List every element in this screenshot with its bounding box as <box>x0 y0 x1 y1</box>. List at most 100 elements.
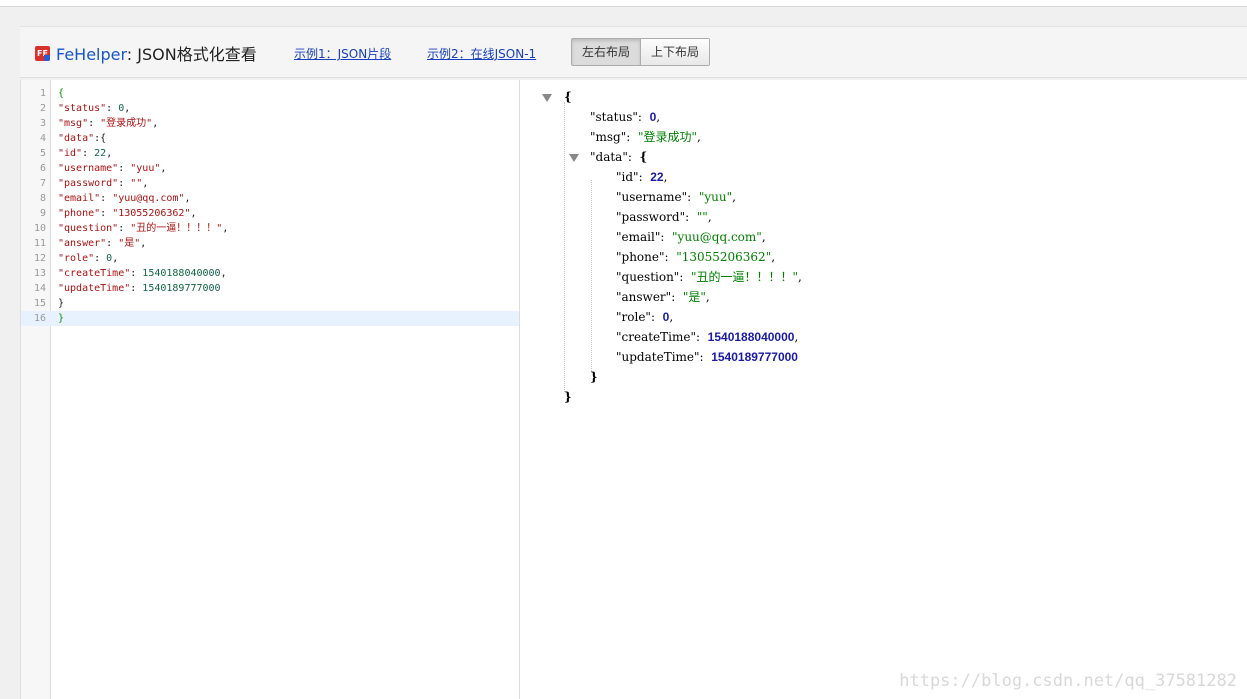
app-title: FeHelper: JSON格式化查看 <box>56 41 257 65</box>
code-line[interactable]: 9 "phone": "13055206362", <box>21 206 519 221</box>
code-line[interactable]: 13 "createTime": 1540188040000, <box>21 266 519 281</box>
json-token: "createTime" <box>616 330 696 344</box>
line-number: 8 <box>39 193 46 204</box>
json-token: : <box>671 290 683 304</box>
toolbar: FE FeHelper: JSON格式化查看 示例1：JSON片段 示例2：在线… <box>20 26 1247 78</box>
json-node-row: "updateTime": 1540189777000 <box>616 347 798 367</box>
json-token: , <box>794 330 799 344</box>
code-line[interactable]: 3 "msg": "登录成功", <box>21 116 519 131</box>
brand-name: FeHelper <box>56 45 127 64</box>
json-token: : <box>696 330 708 344</box>
line-number: 9 <box>39 208 46 219</box>
json-node-row: "status": 0, <box>590 107 660 127</box>
json-token: "username" <box>616 190 688 204</box>
json-token: } <box>564 390 572 404</box>
json-node-row: "role": 0, <box>616 307 673 327</box>
code-token: "question" <box>58 223 119 234</box>
code-text: "updateTime": 1540189777000 <box>58 281 221 296</box>
layout-left-right-button[interactable]: 左右布局 <box>572 39 641 65</box>
code-token: 1540189777000 <box>142 283 221 294</box>
line-number: 4 <box>39 133 46 144</box>
code-token: } <box>58 298 65 309</box>
code-line[interactable]: 1{ <box>21 86 519 101</box>
brand-title: JSON格式化查看 <box>137 45 257 64</box>
code-text: "answer": "是", <box>58 236 146 251</box>
json-token: "丑的一逼！！！！" <box>691 270 799 284</box>
code-token: "丑的一逼！！！！" <box>130 223 223 234</box>
code-token: , <box>222 223 229 234</box>
json-source-editor[interactable]: 1{2 "status": 0, 3 "msg": "登录成功", 4 "data":{5… <box>21 80 520 699</box>
json-node-row: "data": { <box>590 147 647 167</box>
code-token: "yuu@qq.com" <box>112 193 185 204</box>
code-line[interactable]: 5 "id": 22, <box>21 146 519 161</box>
code-text: } <box>58 311 64 326</box>
code-token: : <box>118 163 131 174</box>
code-text: "msg": "登录成功", <box>58 116 158 131</box>
code-token: , <box>142 178 149 189</box>
code-text: "createTime": 1540188040000, <box>58 266 227 281</box>
code-token: , <box>184 193 191 204</box>
code-token: : <box>82 148 95 159</box>
line-number: 3 <box>39 118 46 129</box>
json-token: 1540188040000 <box>707 330 795 344</box>
code-line[interactable]: 14 "updateTime": 1540189777000 <box>21 281 519 296</box>
line-number: 14 <box>33 283 46 294</box>
json-node-row: "password": "", <box>616 207 712 227</box>
line-number: 7 <box>39 178 46 189</box>
code-text: { <box>58 86 64 101</box>
json-node-row: "msg": "登录成功", <box>590 127 701 147</box>
json-token: "id" <box>616 170 639 184</box>
brand: FE FeHelper: JSON格式化查看 <box>35 41 257 65</box>
code-token: , <box>190 208 197 219</box>
code-token: "data" <box>58 133 95 144</box>
json-token: "yuu@qq.com" <box>672 230 762 244</box>
code-token: : <box>118 223 131 234</box>
line-number: 12 <box>33 253 46 264</box>
code-line[interactable]: 10 "question": "丑的一逼！！！！", <box>21 221 519 236</box>
code-line[interactable]: 4 "data":{ <box>21 131 519 146</box>
line-number: 1 <box>39 88 46 99</box>
json-node-row: "answer": "是", <box>616 287 710 307</box>
code-token: 1540188040000 <box>142 268 221 279</box>
code-line[interactable]: 8 "email": "yuu@qq.com", <box>21 191 519 206</box>
json-token: : <box>660 230 673 244</box>
collapse-toggle-icon[interactable] <box>542 94 552 102</box>
code-token: : <box>94 253 107 264</box>
json-token: { <box>564 90 572 104</box>
code-text: "data":{ <box>58 131 106 146</box>
json-token: : <box>664 250 677 264</box>
code-token: , <box>220 268 227 279</box>
layout-toggle-group: 左右布局 上下布局 <box>571 38 711 66</box>
json-node-row: "email": "yuu@qq.com", <box>616 227 766 247</box>
code-token: , <box>160 163 167 174</box>
code-token: "answer" <box>58 238 107 249</box>
code-line[interactable]: 6 "username": "yuu", <box>21 161 519 176</box>
code-token: "username" <box>58 163 119 174</box>
layout-top-bottom-button[interactable]: 上下布局 <box>640 39 710 65</box>
json-token: , <box>656 110 661 124</box>
brand-separator: : <box>126 45 133 64</box>
code-token: 22 <box>94 148 107 159</box>
code-token: "role" <box>58 253 95 264</box>
code-token: { <box>58 88 65 99</box>
indent-guide <box>564 102 565 392</box>
code-token: "id" <box>58 148 83 159</box>
code-text: "phone": "13055206362", <box>58 206 197 221</box>
code-line[interactable]: 11 "answer": "是", <box>21 236 519 251</box>
code-line[interactable]: 16} <box>21 311 519 326</box>
code-token: "password" <box>58 178 119 189</box>
code-line[interactable]: 15} <box>21 296 519 311</box>
example-2-link[interactable]: 示例2：在线JSON-1 <box>427 45 536 62</box>
json-token: "msg" <box>590 130 627 144</box>
collapse-toggle-icon[interactable] <box>569 154 579 162</box>
example-1-link[interactable]: 示例1：JSON片段 <box>294 45 391 62</box>
code-token: } <box>58 313 65 324</box>
json-token: : <box>638 170 651 184</box>
code-line[interactable]: 7 "password": "", <box>21 176 519 191</box>
json-token: : <box>699 350 712 364</box>
json-token: : <box>637 110 650 124</box>
watermark: https://blog.csdn.net/qq_37581282 <box>899 671 1237 691</box>
code-line[interactable]: 12 "role": 0, <box>21 251 519 266</box>
code-line[interactable]: 2 "status": 0, <box>21 101 519 116</box>
json-node-row: { <box>564 87 572 107</box>
